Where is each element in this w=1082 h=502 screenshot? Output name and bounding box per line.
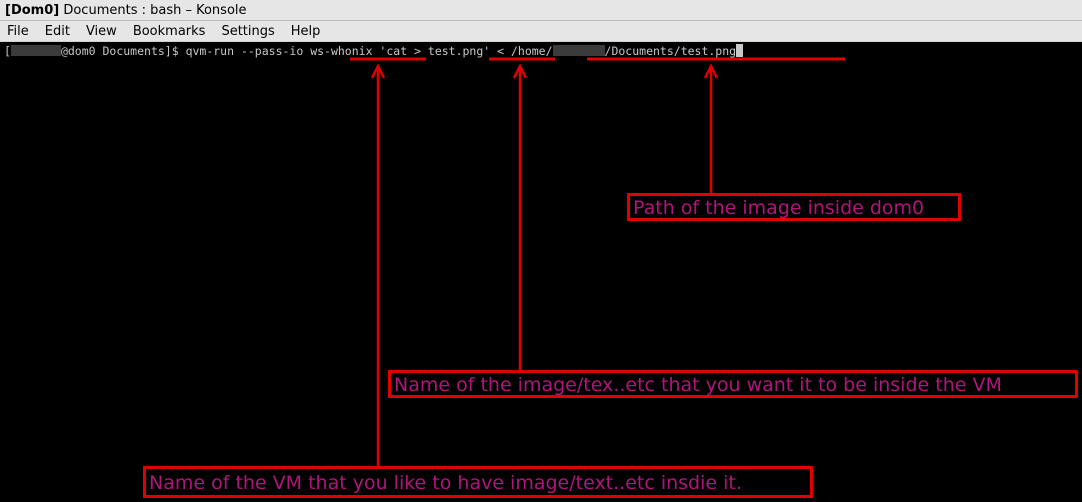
menu-settings[interactable]: Settings [213, 21, 282, 42]
callout-target-name: Name of the image/tex..etc that you want… [388, 370, 1078, 398]
vm-name-arg: ws-whonix [310, 44, 373, 58]
callout-vm-name: Name of the VM that you like to have ima… [143, 466, 813, 498]
prompt-open: [ [4, 44, 11, 58]
title-bar[interactable]: [Dom0] Documents : bash – Konsole [0, 0, 1082, 21]
command-mid: 'cat > [372, 44, 428, 58]
menu-edit[interactable]: Edit [37, 21, 78, 42]
konsole-window: [Dom0] Documents : bash – Konsole File E… [0, 0, 1082, 502]
prompt-host: @dom0 Documents]$ [60, 44, 186, 58]
command-line: [ @dom0 Documents]$ qvm-run --pass-io ws-… [4, 44, 744, 58]
title-domain: [Dom0] [5, 3, 60, 18]
terminal-cursor [736, 44, 744, 57]
path-suffix: /Documents/test.png [604, 44, 737, 58]
terminal-area[interactable]: [ @dom0 Documents]$ qvm-run --pass-io ws-… [1, 42, 1081, 501]
command-quote: ' < [483, 44, 511, 58]
menu-bookmarks[interactable]: Bookmarks [125, 21, 214, 42]
path-prefix: /home/ [510, 44, 553, 58]
redacted-home-dir [552, 45, 605, 56]
window-title: [Dom0] Documents : bash – Konsole [5, 3, 247, 18]
menu-file[interactable]: File [0, 21, 37, 42]
menu-view[interactable]: View [78, 21, 125, 42]
callout-path: Path of the image inside dom0 [627, 193, 961, 221]
menu-help[interactable]: Help [283, 21, 329, 42]
command-text: qvm-run --pass-io [185, 44, 311, 58]
target-file-arg: test.png [427, 44, 484, 58]
redacted-username [10, 45, 61, 56]
menu-bar: File Edit View Bookmarks Settings Help [0, 21, 1082, 42]
title-label: Documents : bash – Konsole [63, 3, 247, 18]
